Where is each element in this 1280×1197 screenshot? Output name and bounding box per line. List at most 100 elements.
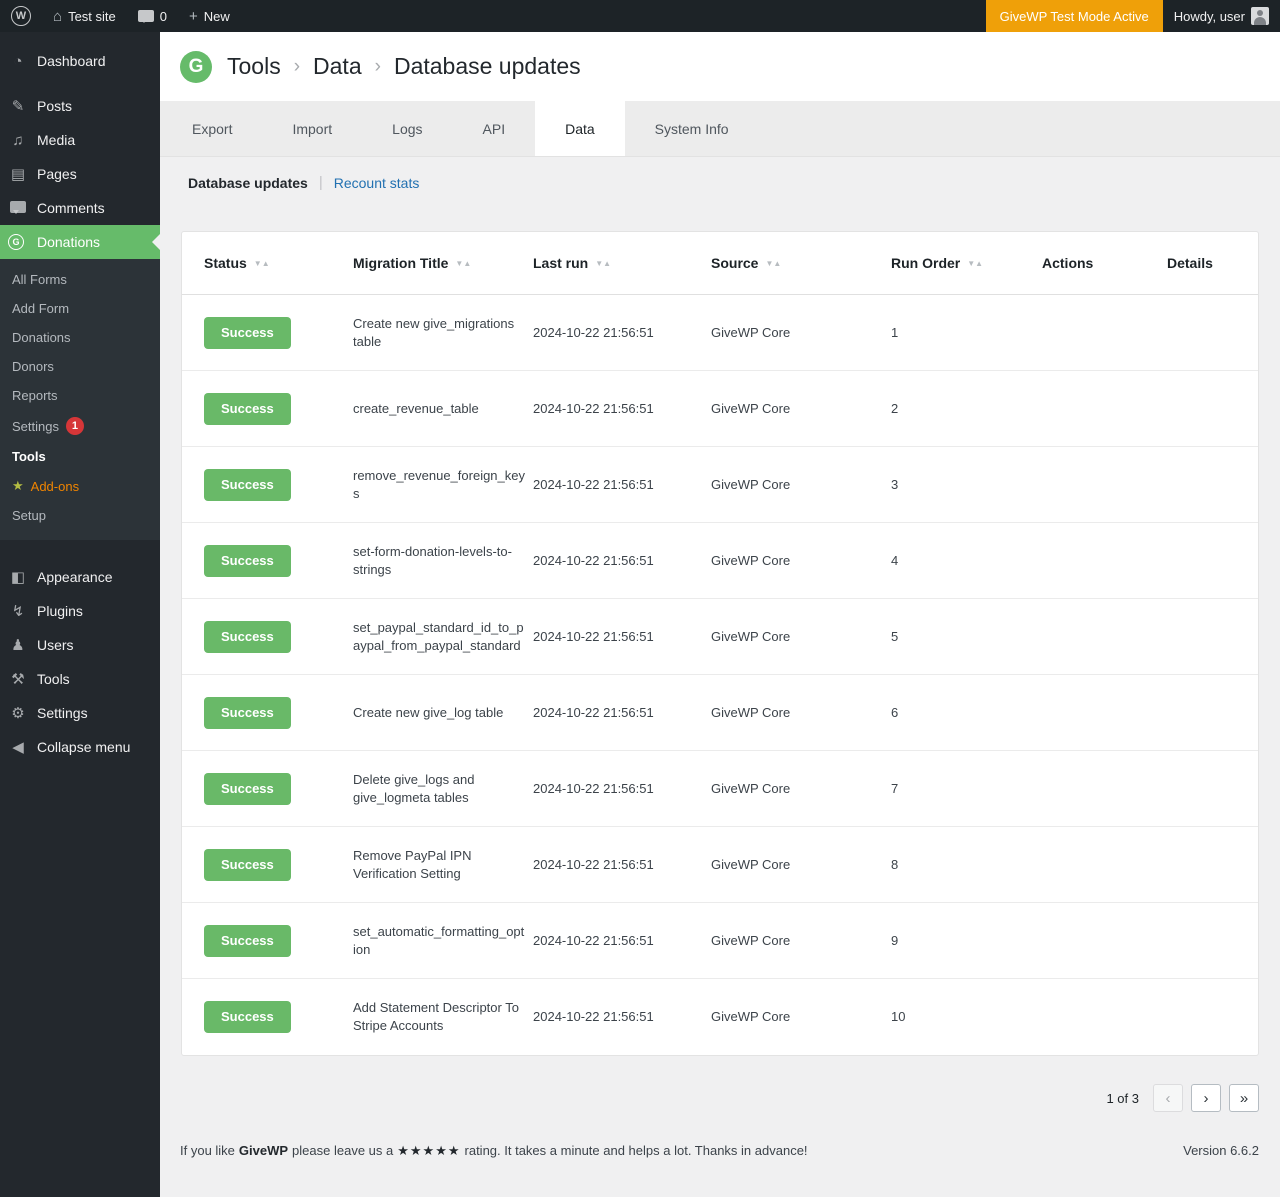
sidebar-item-donations[interactable]: G Donations xyxy=(0,225,160,259)
breadcrumb-separator: › xyxy=(375,56,381,78)
tools-icon: ⚒ xyxy=(8,672,28,687)
sidebar-item-plugins[interactable]: ↯ Plugins xyxy=(0,594,160,628)
new-content-menu[interactable]: + New xyxy=(178,0,241,32)
plugins-icon: ↯ xyxy=(8,604,28,619)
sidebar-item-settings[interactable]: ⚙ Settings xyxy=(0,696,160,730)
source: GiveWP Core xyxy=(711,704,891,722)
menu-separator xyxy=(0,540,160,560)
tab-export[interactable]: Export xyxy=(162,101,262,156)
wordpress-menu[interactable]: W xyxy=(0,0,42,32)
sort-icon: ▼▲ xyxy=(967,259,983,268)
sidebar-subitem-add-form[interactable]: Add Form xyxy=(0,294,160,323)
last-run: 2024-10-22 21:56:51 xyxy=(533,932,711,950)
run-order: 6 xyxy=(891,704,1042,722)
run-order: 7 xyxy=(891,780,1042,798)
column-header-migration-title[interactable]: Migration Title▼▲ xyxy=(353,255,533,271)
column-header-run-order[interactable]: Run Order▼▲ xyxy=(891,255,1042,271)
column-header-last-run[interactable]: Last run▼▲ xyxy=(533,255,711,271)
last-run: 2024-10-22 21:56:51 xyxy=(533,324,711,342)
givewp-test-mode-badge[interactable]: GiveWP Test Mode Active xyxy=(986,0,1163,32)
table-row: Success set-form-donation-levels-to-stri… xyxy=(182,523,1258,599)
last-run: 2024-10-22 21:56:51 xyxy=(533,400,711,418)
last-page-button[interactable]: » xyxy=(1229,1084,1259,1112)
status-badge: Success xyxy=(204,697,291,729)
tab-data[interactable]: Data xyxy=(535,101,625,156)
breadcrumb: Tools › Data › Database updates xyxy=(227,53,581,80)
comments-admin-bar-link[interactable]: 0 xyxy=(127,0,178,32)
last-run: 2024-10-22 21:56:51 xyxy=(533,704,711,722)
last-run: 2024-10-22 21:56:51 xyxy=(533,1008,711,1026)
previous-page-button[interactable]: ‹ xyxy=(1153,1084,1183,1112)
sort-icon: ▼▲ xyxy=(595,259,611,268)
sidebar-subitem-addons[interactable]: ★ Add-ons xyxy=(0,471,160,501)
source: GiveWP Core xyxy=(711,552,891,570)
donations-submenu: All Forms Add Form Donations Donors Repo… xyxy=(0,259,160,540)
new-label: New xyxy=(204,9,230,24)
sidebar-subitem-donations[interactable]: Donations xyxy=(0,323,160,352)
sidebar-subitem-tools[interactable]: Tools xyxy=(0,442,160,471)
collapse-menu-button[interactable]: ◀ Collapse menu xyxy=(0,730,160,764)
sidebar-subitem-reports[interactable]: Reports xyxy=(0,381,160,410)
sidebar-item-posts[interactable]: ✎ Posts xyxy=(0,89,160,123)
table-row: Success Remove PayPal IPN Verification S… xyxy=(182,827,1258,903)
appearance-icon: ◧ xyxy=(8,570,28,585)
table-header: Status▼▲ Migration Title▼▲ Last run▼▲ So… xyxy=(182,232,1258,295)
column-header-source[interactable]: Source▼▲ xyxy=(711,255,891,271)
pagination: 1 of 3 ‹ › » xyxy=(160,1056,1280,1112)
run-order: 8 xyxy=(891,856,1042,874)
source: GiveWP Core xyxy=(711,856,891,874)
sidebar-item-comments[interactable]: Comments xyxy=(0,191,160,225)
last-run: 2024-10-22 21:56:51 xyxy=(533,780,711,798)
migration-title: Create new give_log table xyxy=(353,704,533,722)
breadcrumb-data[interactable]: Data xyxy=(313,53,362,80)
migrations-table: Status▼▲ Migration Title▼▲ Last run▼▲ So… xyxy=(181,231,1259,1056)
sidebar-subitem-setup[interactable]: Setup xyxy=(0,501,160,530)
source: GiveWP Core xyxy=(711,324,891,342)
last-run: 2024-10-22 21:56:51 xyxy=(533,628,711,646)
sidebar-item-pages[interactable]: ▤ Pages xyxy=(0,157,160,191)
tab-system-info[interactable]: System Info xyxy=(625,101,759,156)
dashboard-icon: ◔ xyxy=(8,54,28,69)
sidebar-subitem-settings[interactable]: Settings 1 xyxy=(0,410,160,442)
recount-stats-link[interactable]: Recount stats xyxy=(334,175,420,191)
source: GiveWP Core xyxy=(711,628,891,646)
donations-icon: G xyxy=(8,234,28,250)
table-row: Success remove_revenue_foreign_keys 2024… xyxy=(182,447,1258,523)
account-menu[interactable]: Howdy, user xyxy=(1163,0,1280,32)
tab-api[interactable]: API xyxy=(453,101,536,156)
givewp-page-header: G Tools › Data › Database updates xyxy=(160,32,1280,101)
tab-logs[interactable]: Logs xyxy=(362,101,452,156)
tab-import[interactable]: Import xyxy=(262,101,362,156)
next-page-button[interactable]: › xyxy=(1191,1084,1221,1112)
comments-bubble-icon xyxy=(138,10,154,22)
column-header-status[interactable]: Status▼▲ xyxy=(204,255,353,271)
sidebar-item-dashboard[interactable]: ◔ Dashboard xyxy=(0,44,160,78)
sub-navigation: Database updates | Recount stats xyxy=(160,157,1280,191)
sidebar-item-tools[interactable]: ⚒ Tools xyxy=(0,662,160,696)
plus-icon: + xyxy=(189,9,198,24)
status-badge: Success xyxy=(204,773,291,805)
rating-stars-link[interactable]: ★★★★★ xyxy=(397,1143,460,1159)
status-badge: Success xyxy=(204,317,291,349)
migration-title: set_automatic_formatting_option xyxy=(353,923,533,959)
sidebar-subitem-donors[interactable]: Donors xyxy=(0,352,160,381)
column-header-actions: Actions xyxy=(1042,255,1167,271)
source: GiveWP Core xyxy=(711,400,891,418)
sidebar-item-media[interactable]: ♫ Media xyxy=(0,123,160,157)
howdy-label: Howdy, user xyxy=(1174,9,1245,24)
table-row: Success set_automatic_formatting_option … xyxy=(182,903,1258,979)
migration-title: Add Statement Descriptor To Stripe Accou… xyxy=(353,999,533,1035)
givewp-logo-icon: G xyxy=(180,51,212,83)
sidebar-subitem-all-forms[interactable]: All Forms xyxy=(0,265,160,294)
sidebar-item-users[interactable]: ♟ Users xyxy=(0,628,160,662)
givewp-brand-label: GiveWP xyxy=(239,1143,288,1159)
site-name-link[interactable]: ⌂ Test site xyxy=(42,0,127,32)
table-row: Success Delete give_logs and give_logmet… xyxy=(182,751,1258,827)
breadcrumb-tools[interactable]: Tools xyxy=(227,53,281,80)
breadcrumb-database-updates: Database updates xyxy=(394,53,581,80)
collapse-arrow-icon: ◀ xyxy=(8,740,28,755)
posts-icon: ✎ xyxy=(8,99,28,114)
settings-icon: ⚙ xyxy=(8,706,28,721)
sidebar-item-appearance[interactable]: ◧ Appearance xyxy=(0,560,160,594)
source: GiveWP Core xyxy=(711,1008,891,1026)
